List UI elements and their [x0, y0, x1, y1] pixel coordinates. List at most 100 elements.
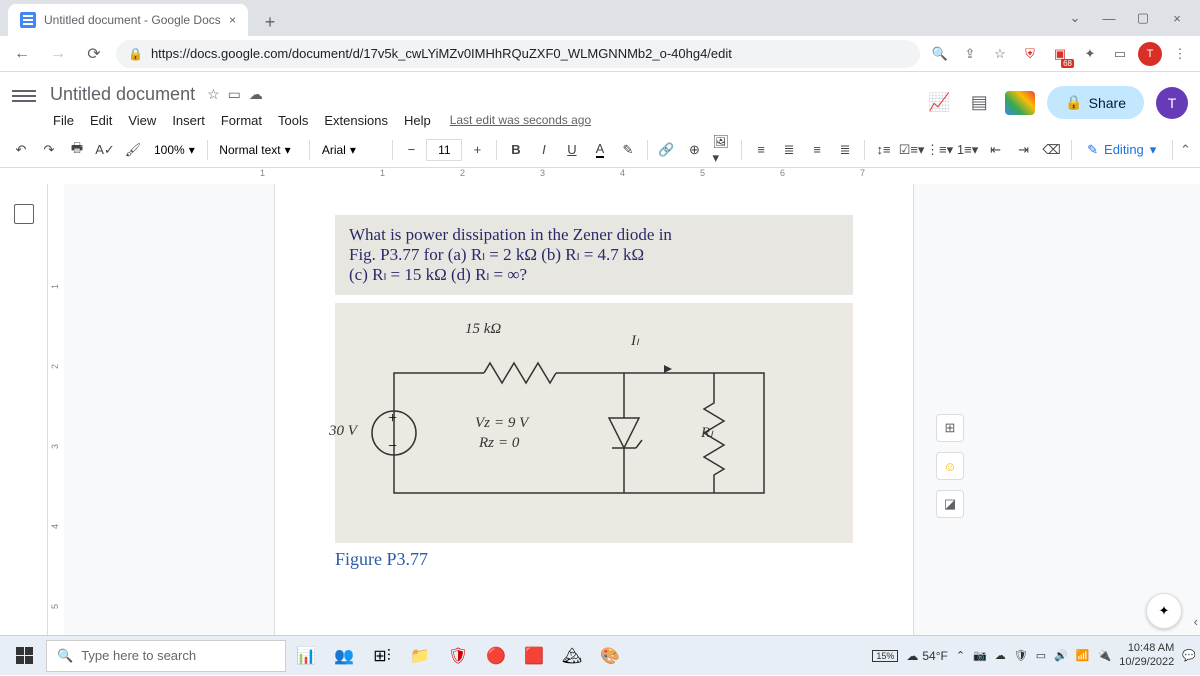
profile-avatar[interactable]: T — [1138, 42, 1162, 66]
meet-icon[interactable] — [1005, 91, 1035, 115]
power-icon[interactable]: 🔌 — [1098, 649, 1112, 662]
account-avatar[interactable]: T — [1156, 87, 1188, 119]
reload-button[interactable]: ⟳ — [80, 40, 108, 68]
clock[interactable]: 10:48 AM 10/29/2022 — [1119, 642, 1174, 668]
comments-icon[interactable]: ▤ — [965, 89, 993, 117]
vertical-ruler[interactable]: 1 2 3 4 5 — [48, 184, 64, 664]
kebab-menu-icon[interactable]: ⋮ — [1168, 42, 1192, 66]
number-list-button[interactable]: 1≡▾ — [955, 137, 981, 163]
horizontal-ruler[interactable]: 1 1 2 3 4 5 6 7 — [60, 168, 940, 184]
document-page[interactable]: What is power dissipation in the Zener d… — [274, 184, 914, 664]
back-button[interactable]: ← — [8, 40, 36, 68]
decrease-font-button[interactable]: − — [398, 137, 424, 163]
checklist-button[interactable]: ☑≡▾ — [899, 137, 925, 163]
undo-button[interactable]: ↶ — [8, 137, 34, 163]
side-panel-toggle[interactable]: ‹ — [1194, 614, 1198, 629]
hamburger-icon[interactable] — [12, 90, 36, 102]
comment-button[interactable]: ⊕ — [681, 137, 707, 163]
align-center-button[interactable]: ≣ — [776, 137, 802, 163]
text-color-button[interactable]: A — [587, 137, 613, 163]
chrome-icon[interactable]: 🔴 — [478, 638, 514, 674]
highlight-button[interactable]: ✎ — [615, 137, 641, 163]
star-icon[interactable]: ☆ — [207, 86, 220, 103]
outline-icon[interactable] — [14, 204, 34, 224]
cloud-icon[interactable]: ☁ — [249, 86, 263, 103]
italic-button[interactable]: I — [531, 137, 557, 163]
gallery-icon[interactable]: 🏔 — [554, 638, 590, 674]
volume-icon[interactable]: 🔊 — [1054, 649, 1068, 662]
link-button[interactable]: 🔗 — [653, 137, 679, 163]
close-window-icon[interactable]: × — [1162, 3, 1192, 33]
align-left-button[interactable]: ≡ — [748, 137, 774, 163]
align-right-button[interactable]: ≡ — [804, 137, 830, 163]
explore-button[interactable]: ✦ — [1146, 593, 1182, 629]
align-justify-button[interactable]: ≣ — [832, 137, 858, 163]
file-explorer-icon[interactable]: 📁 — [402, 638, 438, 674]
line-spacing-button[interactable]: ↕≡ — [871, 137, 897, 163]
camera-icon[interactable]: 📷 — [973, 649, 987, 662]
address-bar[interactable]: 🔒 https://docs.google.com/document/d/17v… — [116, 40, 920, 68]
minimize-icon[interactable]: — — [1094, 3, 1124, 33]
task-view-icon[interactable]: ⊞⫶ — [364, 638, 400, 674]
font-select[interactable]: Arial ▾ — [316, 137, 386, 163]
style-select[interactable]: Normal text ▾ — [213, 137, 303, 163]
reading-list-icon[interactable]: ▭ — [1108, 42, 1132, 66]
adblock-icon[interactable]: ⛨ — [1018, 42, 1042, 66]
emoji-icon[interactable]: ☺ — [936, 452, 964, 480]
menu-format[interactable]: Format — [214, 111, 269, 130]
browser-tab[interactable]: Untitled document - Google Docs × — [8, 4, 248, 36]
extension-icon[interactable]: ▣68 — [1048, 42, 1072, 66]
puzzle-icon[interactable]: ✦ — [1078, 42, 1102, 66]
battery-status[interactable]: 15% — [872, 650, 898, 662]
menu-file[interactable]: File — [46, 111, 81, 130]
redo-button[interactable]: ↷ — [36, 137, 62, 163]
paint-icon[interactable]: 🎨 — [592, 638, 628, 674]
app-icon[interactable]: 🟥 — [516, 638, 552, 674]
menu-tools[interactable]: Tools — [271, 111, 315, 130]
chevron-down-icon[interactable]: ⌄ — [1060, 3, 1090, 33]
decrease-indent-button[interactable]: ⇤ — [983, 137, 1009, 163]
last-edit-link[interactable]: Last edit was seconds ago — [450, 113, 591, 127]
zoom-icon[interactable]: 🔍 — [928, 42, 952, 66]
spellcheck-button[interactable]: A✓ — [92, 137, 118, 163]
people-icon[interactable]: 👥 — [326, 638, 362, 674]
share-button[interactable]: 🔒 Share — [1047, 86, 1144, 119]
menu-edit[interactable]: Edit — [83, 111, 119, 130]
news-icon[interactable]: 📊 — [288, 638, 324, 674]
move-icon[interactable]: ▭ — [228, 86, 241, 103]
maximize-icon[interactable]: ▢ — [1128, 3, 1158, 33]
wifi-icon[interactable]: 📶 — [1076, 649, 1090, 662]
menu-view[interactable]: View — [121, 111, 163, 130]
mcafee-icon[interactable]: 🛡 — [440, 638, 476, 674]
bookmark-icon[interactable]: ☆ — [988, 42, 1012, 66]
clear-format-button[interactable]: ⌫ — [1039, 137, 1065, 163]
increase-indent-button[interactable]: ⇥ — [1011, 137, 1037, 163]
menu-help[interactable]: Help — [397, 111, 438, 130]
increase-font-button[interactable]: + — [464, 137, 490, 163]
onedrive-icon[interactable]: ☁ — [995, 649, 1006, 662]
bullet-list-button[interactable]: ⋮≡▾ — [927, 137, 953, 163]
weather-widget[interactable]: ☁ 54°F — [906, 649, 947, 663]
security-icon[interactable]: 🛡 — [1014, 649, 1028, 662]
tray-chevron-icon[interactable]: ⌃ — [956, 649, 965, 662]
history-icon[interactable]: 📈 — [925, 89, 953, 117]
paint-format-button[interactable]: 🖌 — [120, 137, 146, 163]
new-tab-button[interactable]: + — [256, 8, 284, 36]
calendar-icon[interactable]: ⊞ — [936, 414, 964, 442]
touchpad-icon[interactable]: ▭ — [1036, 649, 1046, 662]
document-title[interactable]: Untitled document — [46, 82, 199, 107]
keep-icon[interactable]: ◪ — [936, 490, 964, 518]
forward-button[interactable]: → — [44, 40, 72, 68]
menu-extensions[interactable]: Extensions — [317, 111, 395, 130]
notifications-icon[interactable]: 💬 — [1182, 649, 1196, 662]
menu-insert[interactable]: Insert — [165, 111, 212, 130]
editing-mode-button[interactable]: ✎ Editing ▾ — [1077, 138, 1166, 162]
print-button[interactable]: 🖶 — [64, 137, 90, 163]
taskbar-search[interactable]: 🔍 Type here to search — [46, 640, 286, 672]
underline-button[interactable]: U — [559, 137, 585, 163]
close-tab-icon[interactable]: × — [229, 13, 236, 27]
collapse-toolbar-icon[interactable]: ⌃ — [1179, 142, 1192, 158]
share-page-icon[interactable]: ⇪ — [958, 42, 982, 66]
image-button[interactable]: 🖼▾ — [709, 137, 735, 163]
font-size-input[interactable] — [426, 139, 462, 161]
